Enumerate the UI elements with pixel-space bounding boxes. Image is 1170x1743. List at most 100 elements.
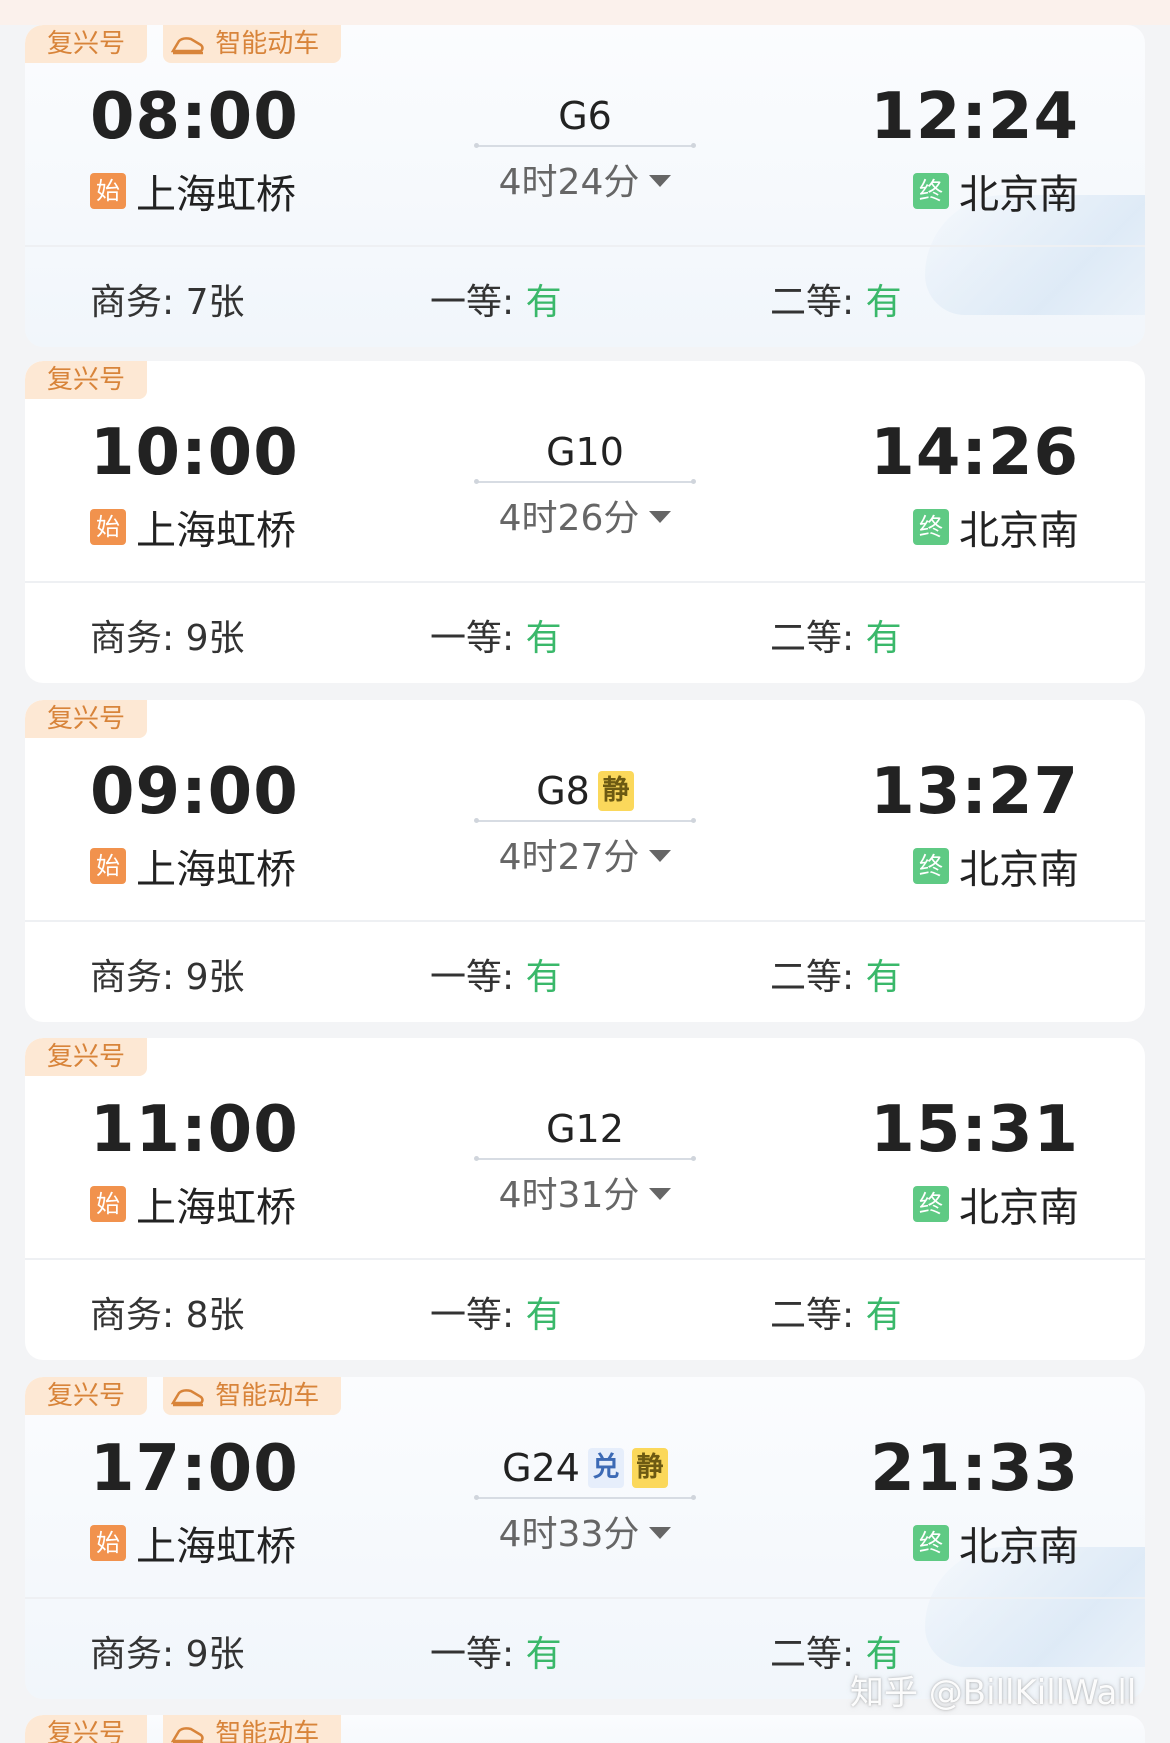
train-info[interactable]: G6 4时24分: [474, 93, 696, 205]
departure-station: 始 上海虹桥: [90, 1175, 296, 1233]
duration-toggle[interactable]: 4时26分: [475, 489, 695, 541]
tag-smart-train: 智能动车: [163, 25, 342, 63]
departure-station: 始 上海虹桥: [90, 162, 296, 220]
seat-label: 二等:: [770, 1295, 866, 1336]
divider: [25, 1258, 1145, 1260]
tag-smart-label: 智能动车: [215, 1381, 320, 1411]
seat-first: 一等: 有: [430, 1625, 562, 1677]
seat-value: 有: [525, 1295, 562, 1336]
train-results-page: 复兴号 智能动车 08:00 始 上海虹桥 G6 4时24分 12:24 终 北…: [0, 0, 1170, 1743]
seat-label: 二等:: [770, 282, 866, 323]
seat-value: 有: [865, 1295, 902, 1336]
end-badge: 终: [913, 173, 949, 209]
start-badge: 始: [90, 848, 126, 884]
departure-station-name: 上海虹桥: [136, 508, 296, 554]
train-number: G8: [536, 769, 590, 813]
seat-value: 有: [865, 282, 902, 323]
chevron-down-icon: [649, 511, 672, 523]
departure-station-name: 上海虹桥: [136, 847, 296, 893]
seat-first: 一等: 有: [430, 1286, 562, 1338]
seat-business: 商务: 9张: [90, 609, 244, 661]
start-badge: 始: [90, 1525, 126, 1561]
route-line: [474, 1495, 696, 1500]
train-info[interactable]: G12 4时31分: [474, 1106, 696, 1218]
tag-row: 复兴号 智能动车: [25, 1377, 342, 1415]
tag-smart-label: 智能动车: [215, 1719, 320, 1743]
redeem-badge: 兑: [587, 1448, 624, 1488]
arrival-time: 12:24: [870, 80, 1079, 154]
seat-business: 商务: 7张: [90, 273, 244, 325]
end-badge: 终: [913, 848, 949, 884]
tag-fuxing: 复兴号: [25, 25, 148, 63]
end-badge: 终: [913, 1525, 949, 1561]
train-card-g8[interactable]: 复兴号 09:00 始 上海虹桥 G8 静 4时27分 13:27 终 北京南 …: [25, 700, 1145, 1022]
tag-fuxing: 复兴号: [25, 700, 148, 738]
tag-fuxing: 复兴号: [25, 1038, 148, 1076]
seat-label: 一等:: [430, 282, 526, 323]
duration-toggle[interactable]: 4时31分: [475, 1166, 695, 1218]
train-number: G24: [502, 1446, 580, 1490]
duration-toggle[interactable]: 4时24分: [475, 153, 695, 205]
smart-train-icon: [171, 1388, 204, 1406]
train-card-g24[interactable]: 复兴号 智能动车 17:00 始 上海虹桥 G24 兑 静 4时33分 21:3…: [25, 1377, 1145, 1699]
seat-second: 二等: 有: [770, 273, 902, 325]
departure-time: 09:00: [90, 755, 299, 829]
seat-value: 9张: [185, 957, 245, 998]
end-badge: 终: [913, 509, 949, 545]
departure-time: 17:00: [90, 1432, 299, 1506]
train-info[interactable]: G8 静 4时27分: [474, 768, 696, 880]
train-card-g6[interactable]: 复兴号 智能动车 08:00 始 上海虹桥 G6 4时24分 12:24 终 北…: [25, 25, 1145, 347]
arrival-station: 终 北京南: [913, 1175, 1079, 1233]
start-badge: 始: [90, 509, 126, 545]
train-info[interactable]: G24 兑 静 4时33分: [474, 1445, 696, 1557]
departure-station: 始 上海虹桥: [90, 837, 296, 895]
tag-smart-train: 智能动车: [163, 1377, 342, 1415]
seat-first: 一等: 有: [430, 948, 562, 1000]
seat-availability: 商务: 8张 一等: 有 二等: 有: [25, 1286, 1145, 1336]
divider: [25, 581, 1145, 583]
seat-value: 有: [865, 957, 902, 998]
seat-label: 商务:: [90, 1295, 186, 1336]
arrival-time: 13:27: [870, 755, 1079, 829]
seat-label: 二等:: [770, 618, 866, 659]
top-filter-strip: [0, 0, 1170, 25]
arrival-time: 15:31: [870, 1093, 1079, 1167]
departure-station-name: 上海虹桥: [136, 1524, 296, 1570]
seat-business: 商务: 9张: [90, 948, 244, 1000]
seat-label: 商务:: [90, 1634, 186, 1675]
arrival-station-name: 北京南: [959, 1185, 1079, 1231]
duration-text: 4时31分: [498, 1175, 640, 1216]
tag-row: 复兴号: [25, 361, 148, 399]
route-line: [474, 143, 696, 148]
tag-smart-label: 智能动车: [215, 29, 320, 59]
departure-time: 08:00: [90, 80, 299, 154]
train-card-partial[interactable]: 复兴号 智能动车: [25, 1715, 1145, 1743]
seat-business: 商务: 9张: [90, 1625, 244, 1677]
seat-second: 二等: 有: [770, 609, 902, 661]
route-line: [474, 479, 696, 484]
departure-station: 始 上海虹桥: [90, 498, 296, 556]
seat-value: 9张: [185, 618, 245, 659]
seat-first: 一等: 有: [430, 273, 562, 325]
tag-row: 复兴号: [25, 700, 148, 738]
seat-label: 一等:: [430, 957, 526, 998]
tag-fuxing: 复兴号: [25, 1715, 148, 1743]
tag-fuxing: 复兴号: [25, 361, 148, 399]
duration-toggle[interactable]: 4时27分: [475, 828, 695, 880]
train-card-g12[interactable]: 复兴号 11:00 始 上海虹桥 G12 4时31分 15:31 终 北京南 商…: [25, 1038, 1145, 1360]
seat-availability: 商务: 9张 一等: 有 二等: 有: [25, 609, 1145, 659]
train-card-g10[interactable]: 复兴号 10:00 始 上海虹桥 G10 4时26分 14:26 终 北京南 商…: [25, 361, 1145, 683]
seat-value: 有: [525, 618, 562, 659]
arrival-station: 终 北京南: [913, 162, 1079, 220]
start-badge: 始: [90, 1186, 126, 1222]
seat-label: 一等:: [430, 1634, 526, 1675]
seat-value: 7张: [185, 282, 245, 323]
arrival-station: 终 北京南: [913, 837, 1079, 895]
train-info[interactable]: G10 4时26分: [474, 429, 696, 541]
duration-text: 4时27分: [498, 837, 640, 878]
divider: [25, 1597, 1145, 1599]
seat-availability: 商务: 7张 一等: 有 二等: 有: [25, 273, 1145, 323]
divider: [25, 920, 1145, 922]
duration-toggle[interactable]: 4时33分: [475, 1505, 695, 1557]
seat-label: 商务:: [90, 618, 186, 659]
